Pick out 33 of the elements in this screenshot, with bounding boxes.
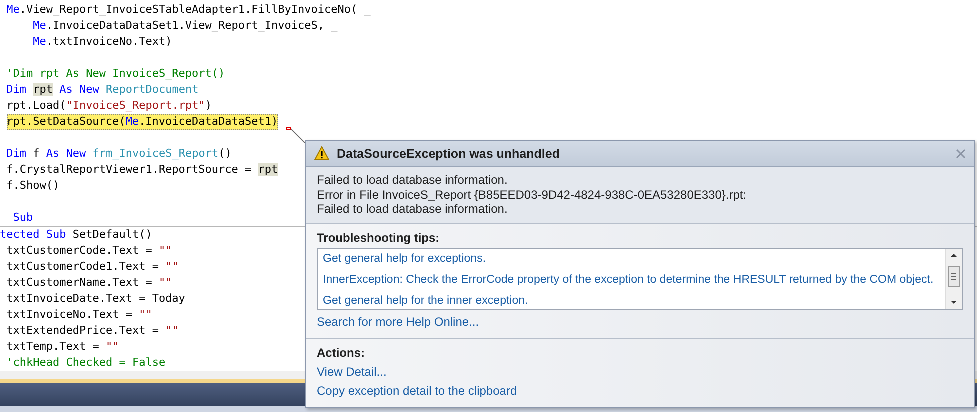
code-line: tected Sub SetDefault() <box>0 227 152 243</box>
section-heading: Troubleshooting tips: <box>317 230 441 244</box>
code-line: txtInvoiceDate.Text = Today <box>6 291 186 307</box>
action-link[interactable]: View Detail... <box>317 364 387 378</box>
code-line: Me.txtInvoiceNo.Text) <box>32 34 172 50</box>
exception-message: Failed to load database information. <box>317 173 509 188</box>
exception-title: DataSourceException was unhandled <box>337 146 561 160</box>
code-line: txtCustomerCode1.Text = "" <box>6 259 179 275</box>
exception-message: Failed to load database information. <box>317 202 509 216</box>
code-line: txtExtendedPrice.Text = "" <box>6 323 179 339</box>
action-link[interactable]: Copy exception detail to the clipboard <box>317 384 518 398</box>
warning-icon <box>314 146 330 161</box>
code-line: Me.InvoiceDataDataSet1.View_Report_InvoiceS, _ <box>32 18 338 34</box>
section-heading: Actions: <box>317 346 366 360</box>
code-line: txtCustomerCode.Text = "" <box>6 243 172 259</box>
code-line: 'Dim rpt As New InvoiceS_Report() <box>6 66 226 82</box>
exception-message: Error in File InvoiceS_Report {B85EED03-9D42-4824-938C-0EA53280E330}.rpt: <box>317 188 748 202</box>
code-line: f.CrystalReportViewer1.ReportSource = rpt <box>6 162 278 178</box>
code-line: Me.View_Report_InvoiceSTableAdapter1.FillByInvoiceNo( _ <box>6 2 371 18</box>
help-online-link[interactable]: Search for more Help Online... <box>317 314 480 328</box>
code-line: Dim f As New frm_InvoiceS_Report() <box>6 146 232 162</box>
scrollbar[interactable] <box>945 248 962 308</box>
code-line: txtInvoiceNo.Text = "" <box>6 307 152 323</box>
tip-link[interactable]: Get general help for the inner exception. <box>323 290 944 312</box>
tip-link[interactable]: Get general help for exceptions. <box>323 248 944 270</box>
code-line: Sub <box>12 210 34 226</box>
code-line: txtTemp.Text = "" <box>6 339 120 355</box>
code-line: Dim rpt As New ReportDocument <box>6 82 199 98</box>
code-line: 'chkHead Checked = False <box>6 355 166 371</box>
code-line: f.Show() <box>6 178 60 194</box>
tip-link[interactable]: InnerException: Check the ErrorCode property of the exception to determine the HRESULT returned by the COM object. <box>323 270 944 290</box>
code-line: rpt.Load("InvoiceS_Report.rpt") <box>6 98 212 114</box>
code-line: txtCustomerName.Text = "" <box>6 275 172 291</box>
